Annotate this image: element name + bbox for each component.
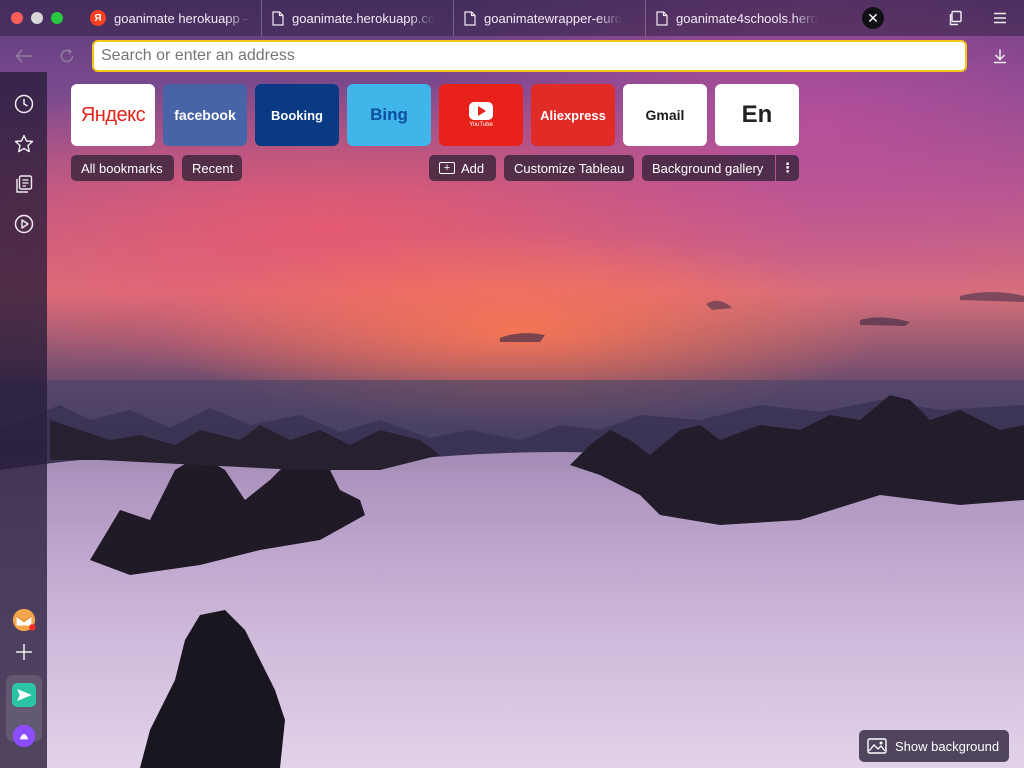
youtube-play-icon (469, 102, 493, 120)
document-icon (272, 10, 284, 26)
tile-label: En (741, 101, 773, 128)
tile-youtube[interactable]: YouTube (439, 84, 523, 146)
recent-button[interactable]: Recent (182, 155, 242, 181)
tile-label: Booking (271, 107, 323, 123)
window-controls (0, 12, 80, 24)
tab-goanimate-herokuapp[interactable]: Я goanimate herokuapp — (80, 0, 262, 36)
collections-icon[interactable] (946, 8, 966, 28)
alice-assistant-icon[interactable] (12, 724, 36, 748)
add-app-plus-icon[interactable] (12, 640, 36, 664)
tile-label: Aliexpress (540, 107, 606, 123)
customize-tableau-button[interactable]: Customize Tableau (504, 155, 634, 181)
close-window-button[interactable] (11, 12, 23, 24)
back-arrow-icon[interactable] (14, 46, 34, 66)
add-plus-icon: + (439, 162, 455, 174)
tile-bing[interactable]: Bing (347, 84, 431, 146)
tile-label: YouTube (469, 122, 493, 128)
tab-title: goanimate.herokuapp.co (292, 10, 436, 26)
tile-gmail[interactable]: Gmail (623, 84, 707, 146)
downloads-icon[interactable] (990, 46, 1010, 66)
tile-booking[interactable]: Booking (255, 84, 339, 146)
tile-aliexpress[interactable]: Aliexpress (531, 84, 615, 146)
tile-label: Bing (370, 105, 408, 124)
show-background-button[interactable]: Show background (859, 730, 1009, 762)
tab-title: goanimatewrapper-euro (484, 10, 623, 26)
show-background-label: Show background (895, 738, 1000, 754)
yandex-favicon-icon: Я (90, 10, 106, 26)
tab-goanimate4schools[interactable]: goanimate4schools.hero (646, 0, 838, 36)
tile-label: facebook (174, 107, 236, 123)
sidebar (0, 72, 47, 768)
more-options-icon[interactable]: ⋮ (776, 155, 799, 181)
tab-goanimate-herokuapp-co[interactable]: goanimate.herokuapp.co (262, 0, 454, 36)
tile-facebook[interactable]: facebook (163, 84, 247, 146)
video-play-icon[interactable] (12, 212, 36, 236)
document-icon (656, 10, 668, 26)
image-icon (867, 738, 887, 754)
minimize-window-button[interactable] (31, 12, 43, 24)
collections-cards-icon[interactable] (12, 172, 36, 196)
tile-en[interactable]: En (715, 84, 799, 146)
tile-yandex[interactable]: Яндекс (71, 84, 155, 146)
document-icon (464, 10, 476, 26)
tab-title: goanimate herokuapp — (114, 10, 251, 26)
bookmarks-star-icon[interactable] (12, 132, 36, 156)
close-tab-icon[interactable]: ✕ (862, 7, 884, 29)
history-icon[interactable] (12, 92, 36, 116)
all-bookmarks-button[interactable]: All bookmarks (71, 155, 174, 181)
background-gallery-button[interactable]: Background gallery (642, 155, 775, 181)
reload-icon[interactable] (57, 46, 77, 66)
tab-goanimatewrapper-euro[interactable]: goanimatewrapper-euro (454, 0, 646, 36)
address-input[interactable] (92, 40, 967, 72)
add-tile-button[interactable]: + Add (429, 155, 496, 181)
tile-label: Gmail (645, 107, 685, 123)
messenger-app-icon[interactable] (12, 683, 36, 707)
zoom-window-button[interactable] (51, 12, 63, 24)
mail-envelope-icon[interactable] (12, 608, 36, 632)
tile-label: Яндекс (80, 103, 146, 126)
tab-title: goanimate4schools.hero (676, 10, 818, 26)
menu-icon[interactable] (990, 8, 1010, 28)
add-label: Add (461, 160, 485, 176)
